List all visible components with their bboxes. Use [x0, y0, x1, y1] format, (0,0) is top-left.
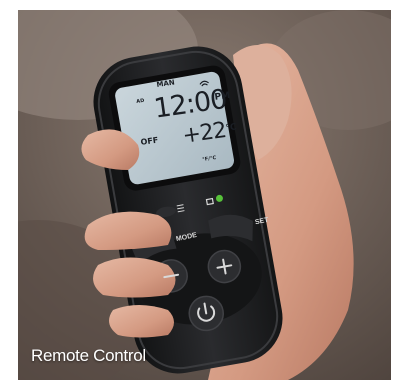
lcd-indicator: AD: [136, 97, 145, 105]
photo-frame: MAN AD 12:00 PM OFF +22 °C °F/°C MODE SE…: [18, 10, 391, 380]
photo-scene: [18, 10, 391, 380]
lcd-ampm: PM: [214, 90, 231, 103]
image-caption: Remote Control: [31, 346, 146, 365]
lcd-unit: °C: [225, 122, 238, 134]
